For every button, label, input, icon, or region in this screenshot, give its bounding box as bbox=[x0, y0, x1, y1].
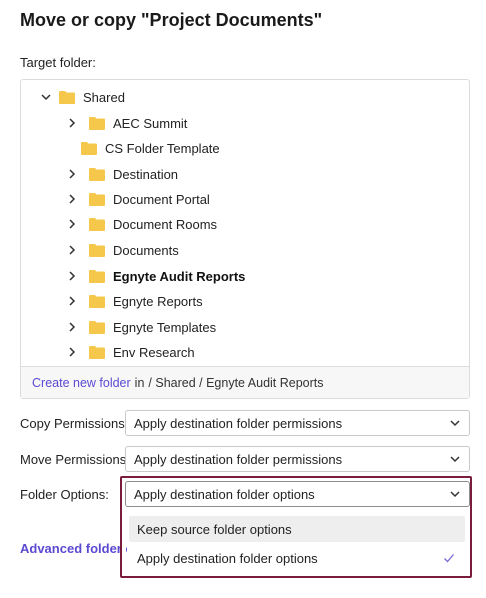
folder-icon bbox=[89, 168, 105, 181]
tree-item-label: Document Portal bbox=[113, 191, 210, 207]
folder-icon bbox=[89, 270, 105, 283]
tree-row[interactable]: AEC Summit bbox=[21, 111, 469, 135]
tree-item-label: Egnyte Audit Reports bbox=[113, 268, 246, 284]
folder-icon bbox=[81, 142, 97, 155]
chevron-down-icon bbox=[450, 420, 460, 427]
folder-icon bbox=[89, 346, 105, 359]
folder-icon bbox=[89, 244, 105, 257]
folder-icon bbox=[89, 218, 105, 231]
copy-permissions-label: Copy Permissions: bbox=[20, 415, 129, 431]
tree-row[interactable]: Document Rooms bbox=[21, 212, 469, 236]
highlight-box bbox=[120, 476, 472, 578]
chevron-down-icon bbox=[450, 456, 460, 463]
folder-icon bbox=[89, 193, 105, 206]
move-permissions-label: Move Permissions: bbox=[20, 451, 130, 467]
copy-permissions-row: Copy Permissions: Apply destination fold… bbox=[20, 410, 470, 436]
tree-row[interactable]: Documents bbox=[21, 238, 469, 262]
tree-row-selected[interactable]: Egnyte Audit Reports bbox=[21, 264, 469, 288]
folder-icon bbox=[59, 91, 75, 104]
folder-icon bbox=[89, 117, 105, 130]
tree-row-shared[interactable]: Shared bbox=[21, 85, 469, 109]
tree-item-label: Document Rooms bbox=[113, 216, 218, 232]
advanced-folder-link[interactable]: Advanced folder c bbox=[20, 541, 133, 556]
folder-tree-scroll[interactable]: Shared AEC Summit CS Folder Template Des… bbox=[21, 80, 469, 366]
chevron-right-icon[interactable] bbox=[65, 192, 79, 206]
copy-permissions-select[interactable]: Apply destination folder permissions bbox=[125, 410, 470, 436]
chevron-right-icon[interactable] bbox=[65, 269, 79, 283]
tree-item-label: Destination bbox=[113, 166, 179, 182]
chevron-right-icon[interactable] bbox=[65, 243, 79, 257]
chevron-right-icon[interactable] bbox=[65, 116, 79, 130]
tree-footer: Create new folder in / Shared / Egnyte A… bbox=[21, 366, 469, 398]
create-new-folder-link[interactable]: Create new folder bbox=[32, 376, 131, 390]
move-permissions-select[interactable]: Apply destination folder permissions bbox=[125, 446, 470, 472]
folder-options-label: Folder Options: bbox=[20, 486, 109, 502]
tree-item-label: Shared bbox=[83, 89, 125, 105]
chevron-right-icon[interactable] bbox=[65, 167, 79, 181]
folder-tree: Shared AEC Summit CS Folder Template Des… bbox=[20, 79, 470, 399]
move-permissions-value: Apply destination folder permissions bbox=[134, 451, 343, 467]
tree-item-label: Env Research bbox=[113, 344, 195, 360]
tree-row[interactable]: Destination bbox=[21, 162, 469, 186]
chevron-right-icon[interactable] bbox=[65, 294, 79, 308]
footer-in-text: in bbox=[134, 375, 145, 390]
target-folder-label: Target folder: bbox=[20, 55, 96, 70]
chevron-right-icon[interactable] bbox=[65, 345, 79, 359]
tree-item-label: Egnyte Reports bbox=[113, 293, 203, 309]
tree-row[interactable]: Egnyte Templates bbox=[21, 315, 469, 339]
copy-permissions-value: Apply destination folder permissions bbox=[134, 415, 343, 431]
chevron-down-icon[interactable] bbox=[39, 90, 53, 104]
tree-row[interactable]: Document Portal bbox=[21, 187, 469, 211]
tree-item-label: Documents bbox=[113, 242, 179, 258]
footer-path: / Shared / Egnyte Audit Reports bbox=[148, 375, 324, 390]
chevron-right-icon[interactable] bbox=[65, 320, 79, 334]
tree-item-label: AEC Summit bbox=[113, 115, 188, 131]
tree-row[interactable]: Egnyte Reports bbox=[21, 289, 469, 313]
tree-item-label: CS Folder Template bbox=[105, 140, 220, 156]
move-permissions-row: Move Permissions: Apply destination fold… bbox=[20, 446, 470, 472]
folder-icon bbox=[89, 295, 105, 308]
folder-icon bbox=[89, 321, 105, 334]
tree-row[interactable]: Env Research bbox=[21, 340, 469, 364]
dialog-title: Move or copy "Project Documents" bbox=[20, 10, 323, 30]
chevron-right-icon[interactable] bbox=[65, 217, 79, 231]
tree-item-label: Egnyte Templates bbox=[113, 319, 217, 335]
tree-row[interactable]: CS Folder Template bbox=[21, 136, 469, 160]
